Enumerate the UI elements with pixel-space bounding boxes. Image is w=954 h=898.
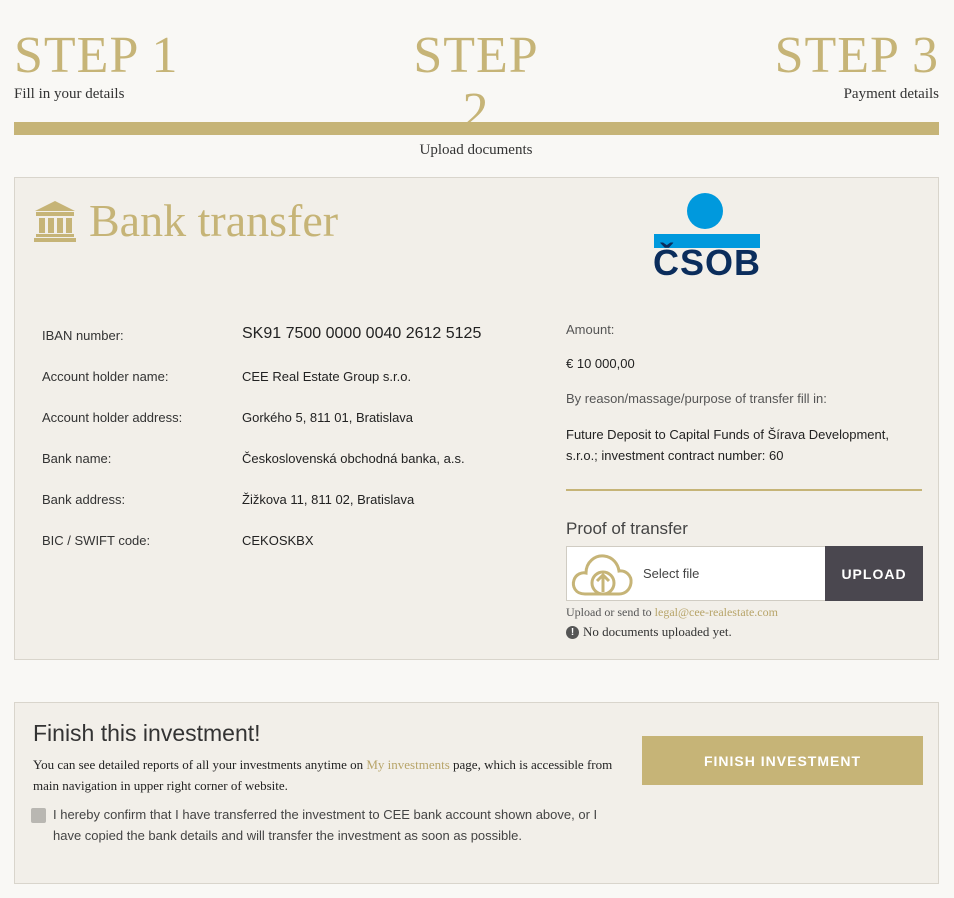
detail-label: Account holder name: bbox=[42, 369, 169, 384]
confirm-text[interactable]: I hereby confirm that I have transferred… bbox=[53, 804, 621, 846]
step-description: Fill in your details bbox=[14, 86, 125, 102]
select-file-input[interactable]: Select file bbox=[637, 547, 825, 600]
bank-transfer-panel: Bank transfer ČSOB IBAN number: SK91 750… bbox=[14, 177, 939, 660]
finish-investment-panel: Finish this investment! You can see deta… bbox=[14, 702, 939, 884]
finish-heading: Finish this investment! bbox=[33, 720, 261, 746]
detail-label: Account holder address: bbox=[42, 410, 183, 425]
confirm-checkbox[interactable] bbox=[31, 808, 46, 823]
step-progress-bar bbox=[14, 122, 939, 135]
detail-row-holder-name: Account holder name: CEE Real Estate Gro… bbox=[42, 369, 542, 389]
csob-logo-text: ČSOB bbox=[652, 242, 761, 283]
confirm-transfer: I hereby confirm that I have transferred… bbox=[31, 804, 621, 846]
no-documents-text: No documents uploaded yet. bbox=[583, 624, 732, 639]
step-3: STEP 3 Payment details bbox=[775, 28, 939, 103]
bank-icon bbox=[34, 200, 76, 242]
detail-value: Československá obchodná banka, a.s. bbox=[242, 451, 465, 466]
info-icon: ! bbox=[566, 625, 579, 639]
divider bbox=[566, 489, 922, 491]
reason-label: By reason/massage/purpose of transfer fi… bbox=[566, 391, 827, 406]
detail-label: Bank name: bbox=[42, 451, 112, 466]
step-1: STEP 1 Fill in your details bbox=[14, 28, 178, 103]
detail-value: Gorkého 5, 811 01, Bratislava bbox=[242, 410, 414, 425]
csob-logo: ČSOB bbox=[652, 192, 762, 283]
detail-label: BIC / SWIFT code: bbox=[42, 533, 151, 548]
detail-row-bank-name: Bank name: Československá obchodná banka… bbox=[42, 451, 542, 471]
step-number: STEP 3 bbox=[774, 27, 939, 84]
no-documents-status: ! No documents uploaded yet. bbox=[566, 624, 732, 640]
finish-info-text: You can see detailed reports of all your… bbox=[33, 757, 367, 772]
detail-value: SK91 7500 0000 0040 2612 5125 bbox=[242, 325, 482, 342]
detail-row-iban: IBAN number: SK91 7500 0000 0040 2612 51… bbox=[42, 325, 542, 348]
detail-label: IBAN number: bbox=[42, 328, 124, 343]
finish-info: You can see detailed reports of all your… bbox=[33, 754, 613, 796]
amount-value: € 10 000,00 bbox=[566, 356, 635, 371]
step-number: STEP 1 bbox=[14, 27, 179, 84]
amount-label: Amount: bbox=[566, 322, 615, 337]
detail-label: Bank address: bbox=[42, 492, 126, 507]
legal-email-link[interactable]: legal@cee-realestate.com bbox=[655, 605, 778, 619]
send-note-text: Upload or send to bbox=[566, 605, 655, 619]
upload-button[interactable]: UPLOAD bbox=[825, 546, 923, 601]
panel-heading: Bank transfer bbox=[89, 195, 339, 246]
step-description: Payment details bbox=[843, 86, 939, 102]
finish-investment-button[interactable]: FINISH INVESTMENT bbox=[642, 736, 923, 785]
send-note: Upload or send to legal@cee-realestate.c… bbox=[566, 605, 778, 620]
reason-value: Future Deposit to Capital Funds of Šírav… bbox=[566, 427, 889, 463]
proof-of-transfer-label: Proof of transfer bbox=[566, 519, 688, 538]
detail-value: Žižkova 11, 811 02, Bratislava bbox=[242, 492, 415, 507]
cloud-upload-icon[interactable] bbox=[567, 547, 637, 600]
steps-header: STEP 1 Fill in your details STEP 2 Uploa… bbox=[14, 28, 939, 159]
detail-row-holder-address: Account holder address: Gorkého 5, 811 0… bbox=[42, 410, 542, 430]
detail-row-bank-address: Bank address: Žižkova 11, 811 02, Bratis… bbox=[42, 492, 542, 512]
detail-value: CEKOSKBX bbox=[242, 533, 314, 548]
my-investments-link[interactable]: My investments bbox=[366, 757, 449, 772]
step-2: STEP 2 Upload documents bbox=[400, 28, 552, 159]
detail-value: CEE Real Estate Group s.r.o. bbox=[242, 369, 412, 384]
detail-row-bic: BIC / SWIFT code: CEKOSKBX bbox=[42, 533, 542, 553]
panel-title: Bank transfer bbox=[33, 194, 338, 247]
file-upload: Select file UPLOAD bbox=[566, 546, 923, 601]
step-description: Upload documents bbox=[419, 142, 533, 158]
